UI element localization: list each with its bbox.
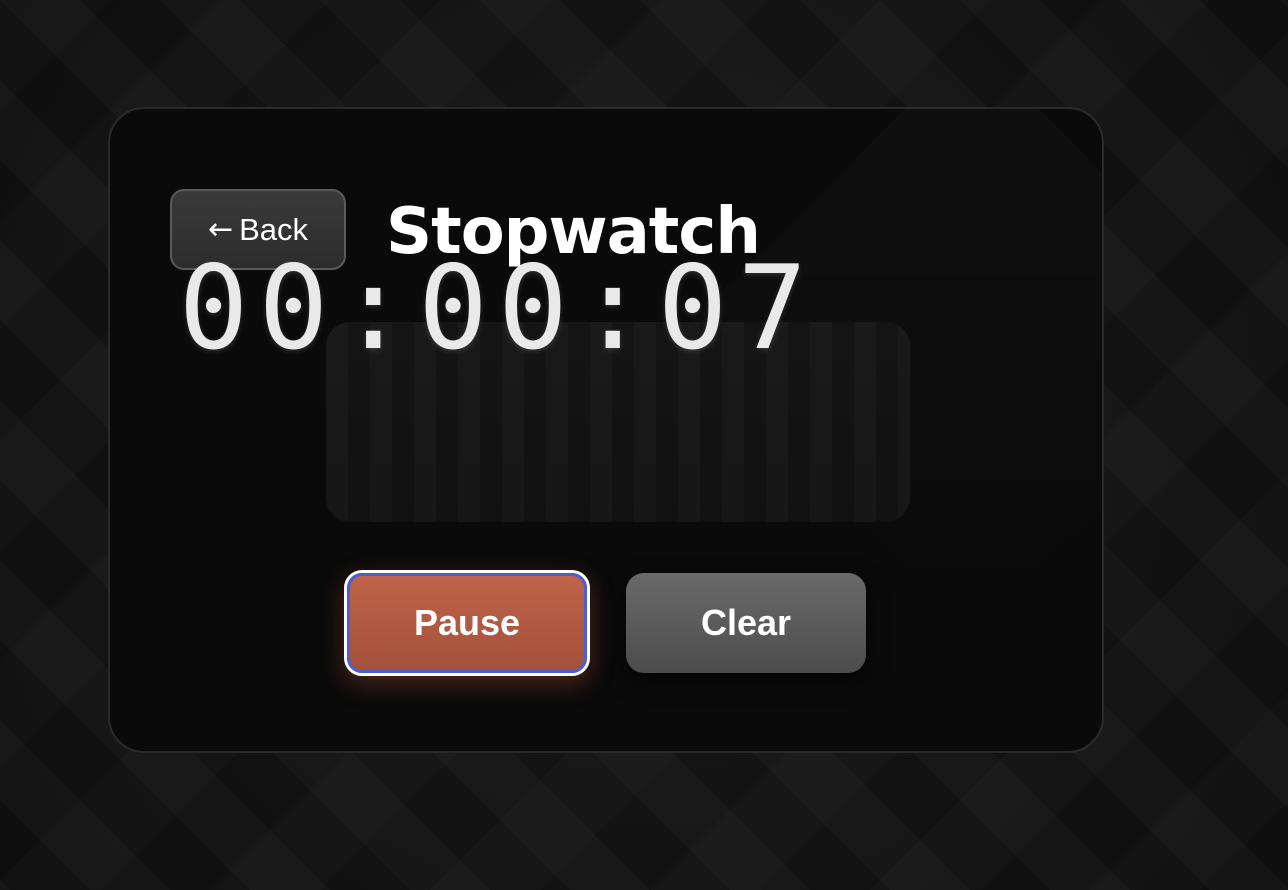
arrow-left-icon: ← xyxy=(207,211,234,247)
stopwatch-card: ← Back Stopwatch xyxy=(108,107,1104,753)
pause-button[interactable]: Pause xyxy=(344,570,590,676)
clear-button[interactable]: Clear xyxy=(626,573,866,673)
elapsed-time-display: 00:00:07 xyxy=(178,241,818,376)
